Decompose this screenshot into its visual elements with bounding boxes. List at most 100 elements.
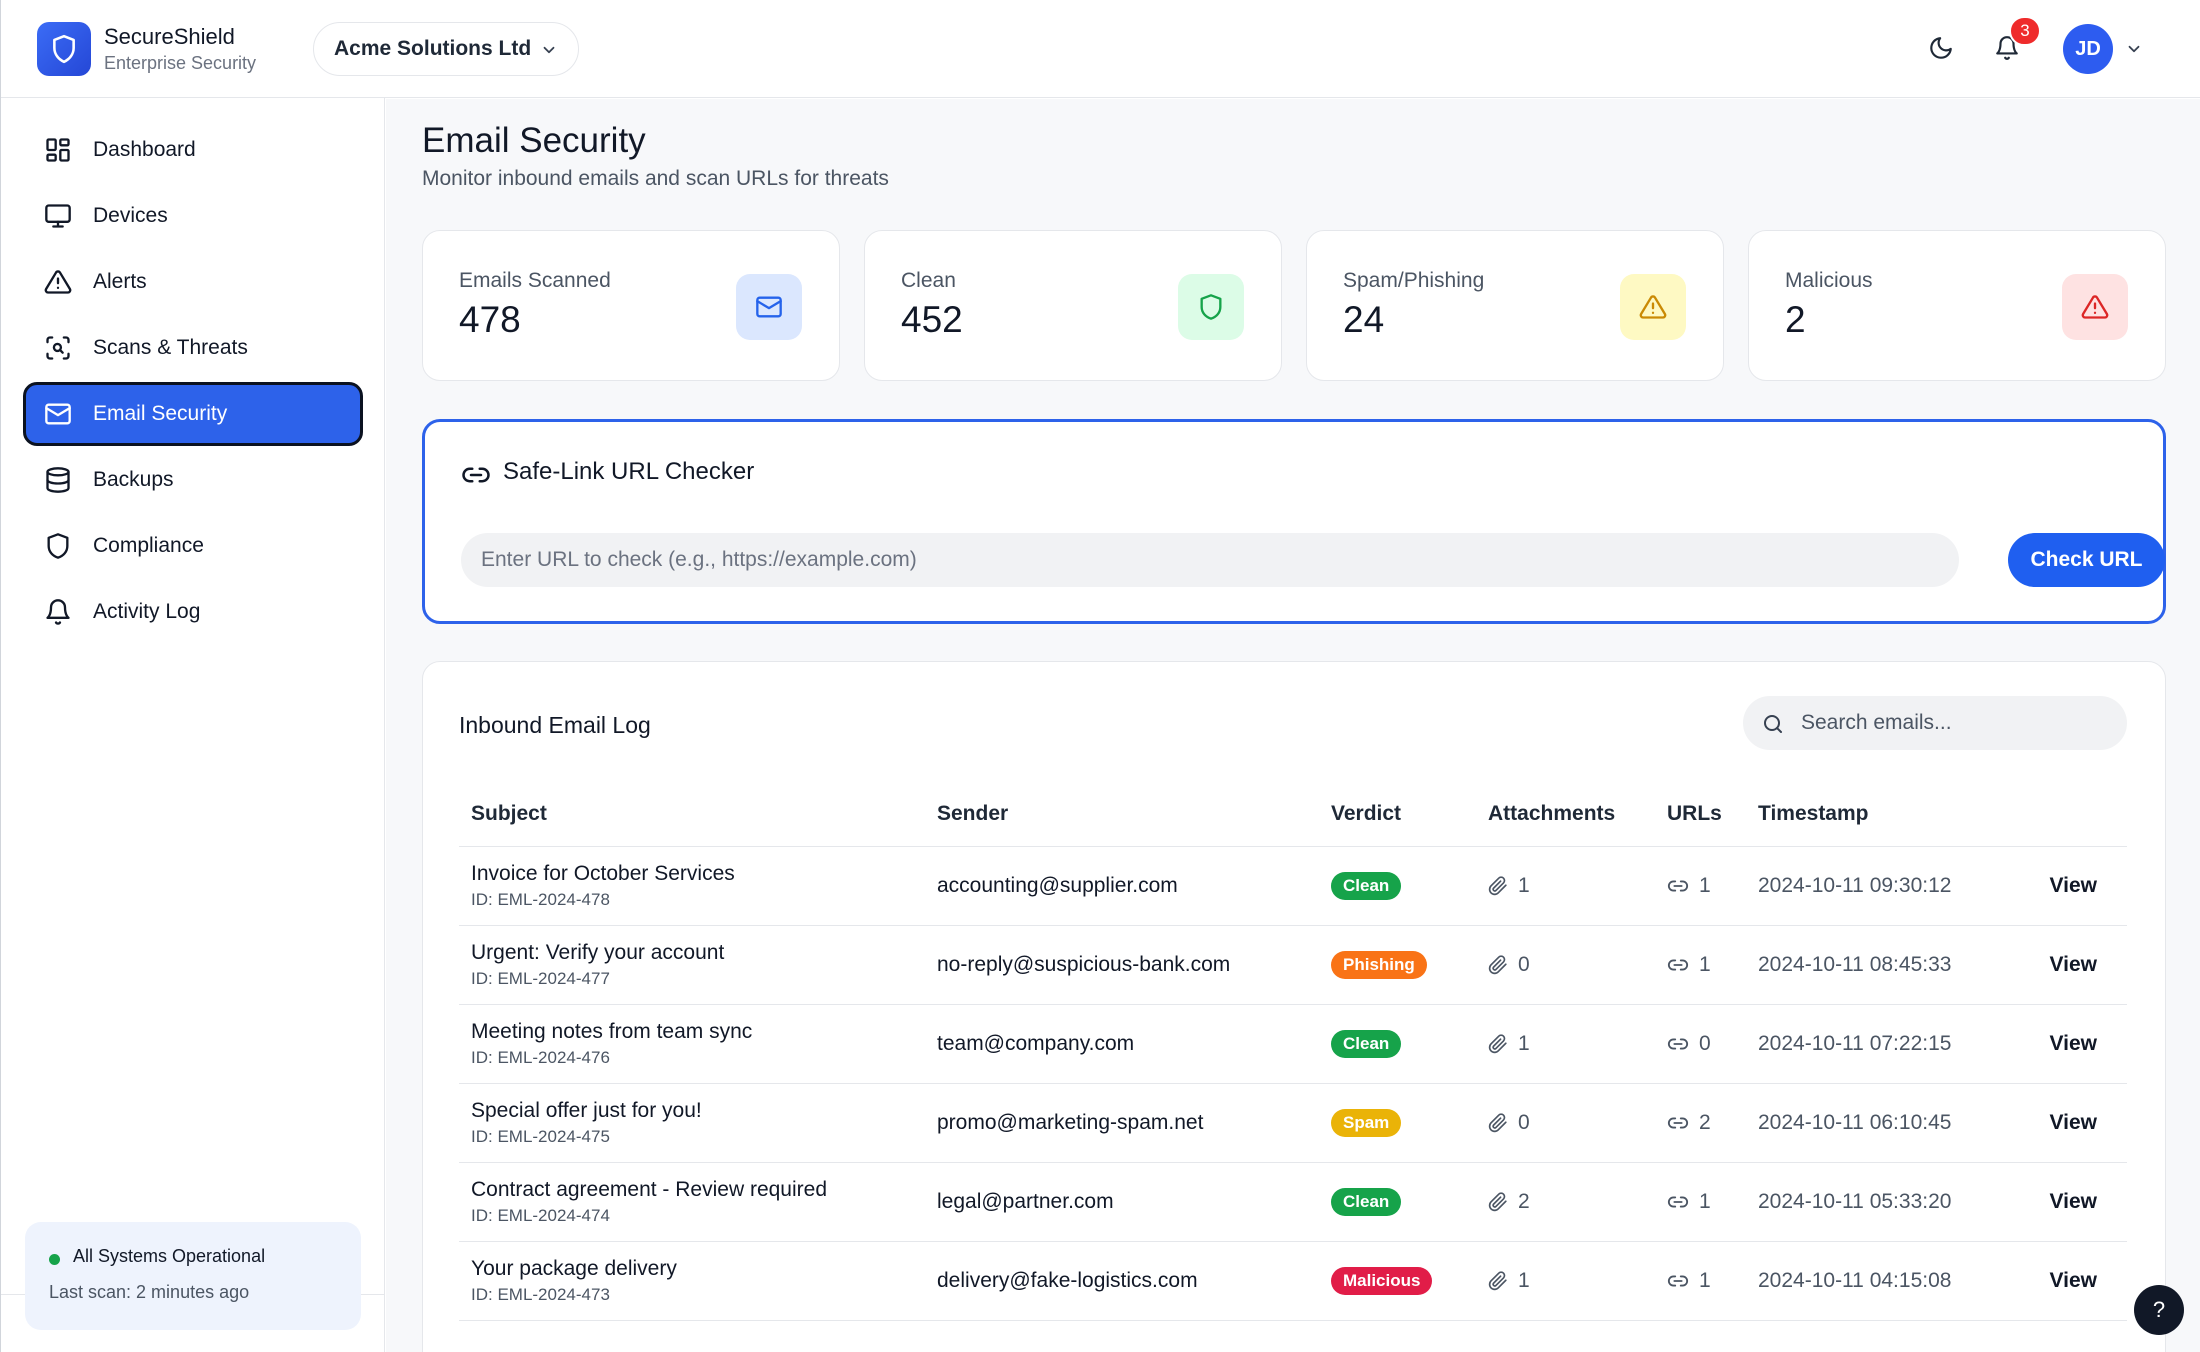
- view-button[interactable]: View: [2006, 1004, 2127, 1084]
- sidebar-item-alerts[interactable]: Alerts: [23, 250, 363, 314]
- paperclip-icon: [1488, 875, 1507, 895]
- email-subject: Meeting notes from team sync: [471, 1019, 753, 1043]
- sidebar-item-backups[interactable]: Backups: [23, 448, 363, 512]
- paperclip-icon: [1488, 954, 1507, 974]
- view-button[interactable]: View: [2006, 925, 2127, 1005]
- email-sender: accounting@supplier.com: [925, 846, 1319, 926]
- table-row[interactable]: Urgent: Verify your account ID: EML-2024-…: [459, 925, 2127, 1005]
- attachment-count: 2: [1518, 1189, 1530, 1213]
- view-button[interactable]: View: [2006, 1241, 2127, 1321]
- top-header: SecureShield Enterprise Security Acme So…: [1, 0, 2200, 98]
- alert-triangle-icon: [43, 267, 73, 297]
- stat-label: Clean: [901, 269, 956, 292]
- verdict-badge: Spam: [1331, 1108, 1402, 1137]
- link-icon: [462, 467, 490, 483]
- sidebar-item-label: Devices: [93, 204, 168, 227]
- sidebar-item-label: Backups: [93, 468, 174, 491]
- email-log-table: Subject Sender Verdict Attachments URLs …: [459, 782, 2127, 1321]
- mail-icon: [43, 399, 73, 429]
- search-icon: [1764, 715, 1782, 733]
- url-count: 2: [1699, 1110, 1711, 1134]
- verdict-badge: Clean: [1331, 871, 1402, 900]
- sidebar-item-label: Dashboard: [93, 138, 196, 161]
- paperclip-icon: [1488, 1112, 1507, 1132]
- user-avatar[interactable]: JD: [2063, 24, 2113, 74]
- url-count: 1: [1699, 952, 1711, 976]
- url-count: 1: [1699, 1189, 1711, 1213]
- check-url-button[interactable]: Check URL: [2008, 533, 2165, 587]
- stat-value: 2: [1785, 299, 1806, 340]
- stat-label: Emails Scanned: [459, 269, 611, 292]
- stat-label: Spam/Phishing: [1343, 269, 1485, 292]
- email-log-card: Inbound Email Log Subject Sender Verdict…: [422, 661, 2166, 1352]
- page-subtitle: Monitor inbound emails and scan URLs for…: [422, 167, 889, 190]
- paperclip-icon: [1488, 1033, 1507, 1053]
- organization-select-value: Acme Solutions Ltd: [334, 37, 532, 60]
- email-timestamp: 2024-10-11 08:45:33: [1746, 925, 2006, 1005]
- sidebar-item-activity-log[interactable]: Activity Log: [23, 580, 363, 644]
- paperclip-icon: [1488, 1270, 1507, 1290]
- email-log-title: Inbound Email Log: [459, 712, 651, 738]
- stat-card-emails-scanned: Emails Scanned 478: [422, 230, 840, 381]
- sidebar-item-label: Activity Log: [93, 600, 201, 623]
- sidebar-item-dashboard[interactable]: Dashboard: [23, 118, 363, 182]
- sidebar-item-label: Scans & Threats: [93, 336, 248, 359]
- table-row[interactable]: Invoice for October Services ID: EML-2024…: [459, 846, 2127, 926]
- sidebar: Dashboard Devices Alerts Scans & Threats…: [1, 98, 385, 1352]
- stat-card-clean: Clean 452: [864, 230, 1282, 381]
- view-button[interactable]: View: [2006, 1083, 2127, 1163]
- table-row[interactable]: Special offer just for you! ID: EML-2024-…: [459, 1083, 2127, 1163]
- email-sender: no-reply@suspicious-bank.com: [925, 925, 1319, 1005]
- notification-count-badge: 3: [2009, 16, 2041, 46]
- column-header-urls[interactable]: URLs: [1655, 782, 1746, 847]
- column-header-attachments[interactable]: Attachments: [1476, 782, 1655, 847]
- stat-value: 478: [459, 299, 521, 340]
- attachment-count: 1: [1518, 873, 1530, 897]
- stat-label: Malicious: [1785, 269, 1873, 292]
- sidebar-item-label: Compliance: [93, 534, 204, 557]
- column-header-subject[interactable]: Subject: [459, 782, 925, 847]
- theme-toggle-button[interactable]: [1923, 30, 1959, 66]
- email-search-input[interactable]: [1801, 696, 2111, 750]
- email-subject: Special offer just for you!: [471, 1098, 702, 1122]
- attachment-count: 1: [1518, 1268, 1530, 1292]
- email-sender: delivery@fake-logistics.com: [925, 1241, 1319, 1321]
- email-id: ID: EML-2024-478: [471, 889, 610, 909]
- sidebar-item-scans-threats[interactable]: Scans & Threats: [23, 316, 363, 380]
- monitor-icon: [43, 201, 73, 231]
- email-timestamp: 2024-10-11 09:30:12: [1746, 846, 2006, 926]
- stat-value: 24: [1343, 299, 1385, 340]
- brand-subtitle: Enterprise Security: [104, 53, 257, 73]
- table-row[interactable]: Meeting notes from team sync ID: EML-2024…: [459, 1004, 2127, 1084]
- email-id: ID: EML-2024-474: [471, 1205, 610, 1225]
- sidebar-item-compliance[interactable]: Compliance: [23, 514, 363, 578]
- chevron-down-icon[interactable]: [2125, 40, 2143, 58]
- view-button[interactable]: View: [2006, 1162, 2127, 1242]
- table-row[interactable]: Contract agreement - Review required ID: …: [459, 1162, 2127, 1242]
- email-timestamp: 2024-10-11 05:33:20: [1746, 1162, 2006, 1242]
- view-button[interactable]: View: [2006, 846, 2127, 926]
- shield-icon: [1178, 274, 1244, 340]
- organization-select[interactable]: Acme Solutions Ltd: [313, 22, 579, 76]
- sidebar-item-email-security[interactable]: Email Security: [23, 382, 363, 446]
- help-button[interactable]: ?: [2134, 1285, 2184, 1335]
- chevron-down-icon: [543, 46, 555, 54]
- email-sender: promo@marketing-spam.net: [925, 1083, 1319, 1163]
- column-header-verdict[interactable]: Verdict: [1319, 782, 1476, 847]
- page-title: Email Security: [422, 121, 646, 160]
- email-subject: Invoice for October Services: [471, 861, 735, 885]
- table-row[interactable]: Your package delivery ID: EML-2024-473 de…: [459, 1241, 2127, 1321]
- database-icon: [43, 465, 73, 495]
- column-header-sender[interactable]: Sender: [925, 782, 1319, 847]
- sidebar-item-devices[interactable]: Devices: [23, 184, 363, 248]
- email-id: ID: EML-2024-475: [471, 1126, 610, 1146]
- url-input[interactable]: [461, 533, 1959, 587]
- link-icon: [1667, 1038, 1689, 1049]
- email-timestamp: 2024-10-11 04:15:08: [1746, 1241, 2006, 1321]
- attachment-count: 0: [1518, 952, 1530, 976]
- column-header-timestamp[interactable]: Timestamp: [1746, 782, 2006, 847]
- mail-icon: [736, 274, 802, 340]
- system-status-card: All Systems Operational Last scan: 2 min…: [25, 1222, 361, 1330]
- bell-icon: [43, 597, 73, 627]
- alert-triangle-icon: [1620, 274, 1686, 340]
